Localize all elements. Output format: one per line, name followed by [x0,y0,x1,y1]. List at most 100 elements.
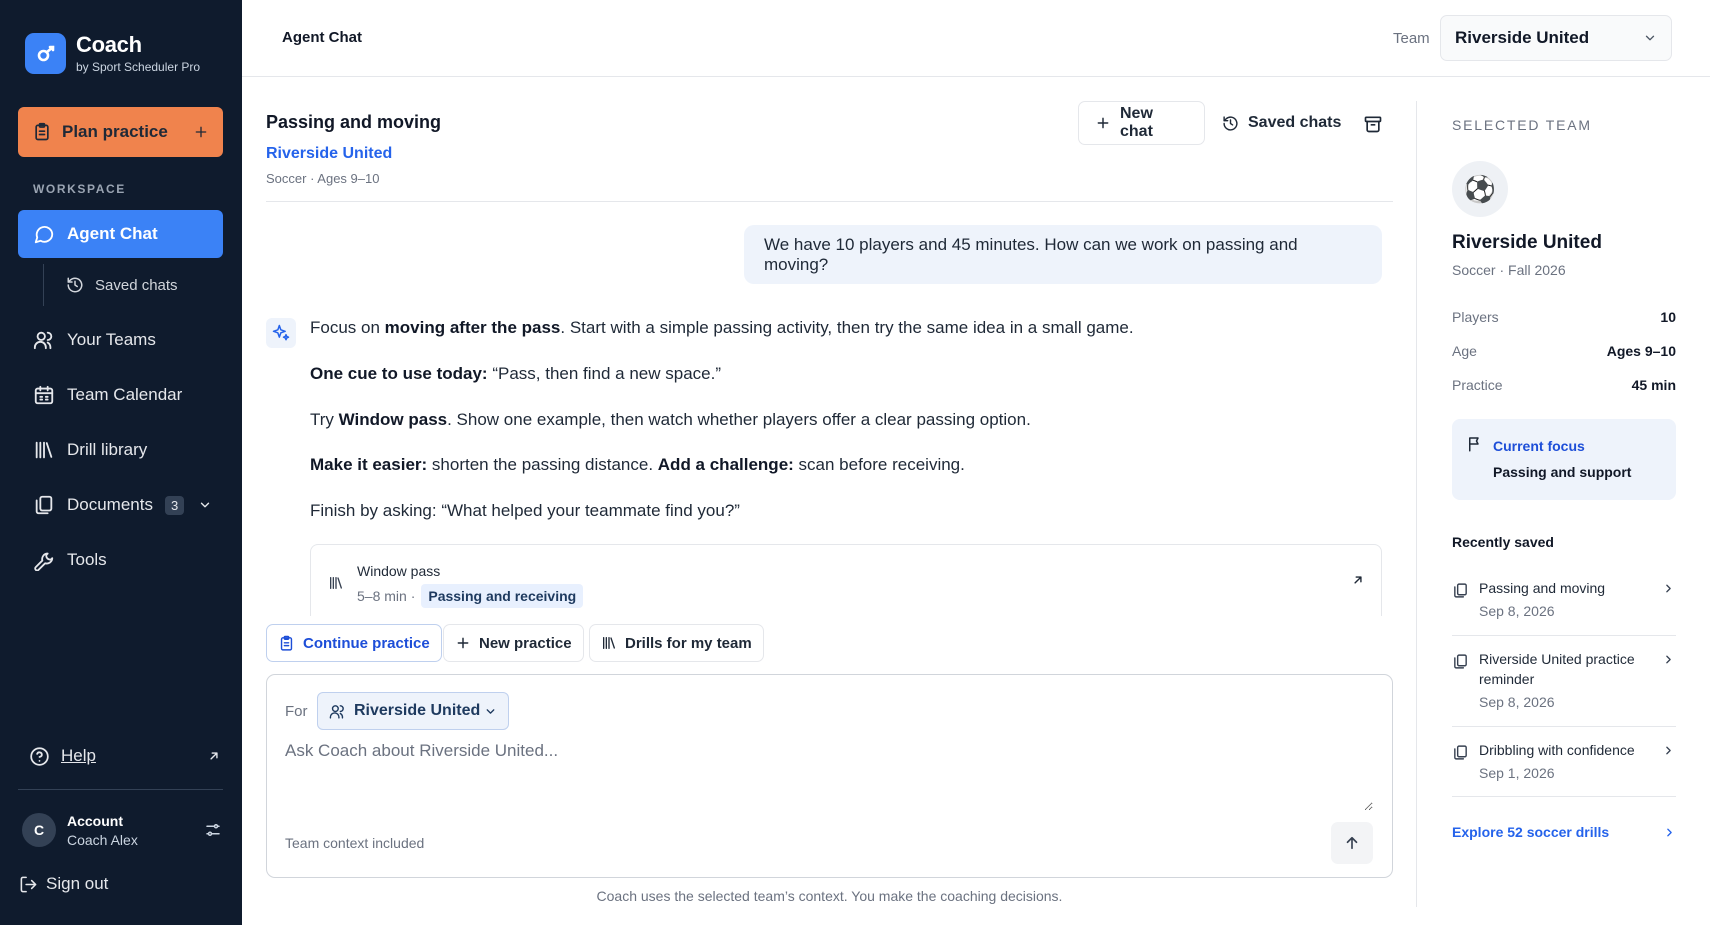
help-label[interactable]: Help [61,746,207,766]
history-icon [66,276,84,294]
help-link[interactable]: Help [29,742,221,770]
sidebar-item-tools[interactable]: Tools [18,536,223,584]
plan-practice-button[interactable]: Plan practice [18,107,223,157]
stat-key: Age [1452,343,1477,359]
agent-message-line: One cue to use today: “Pass, then find a… [310,364,721,383]
library-icon [328,575,344,591]
archive-icon[interactable] [1360,111,1386,137]
quick-action-label: New practice [479,634,572,652]
coach-logo-icon [25,33,66,74]
team-select-value: Riverside United [1455,28,1590,47]
sidebar-item-label: Your Teams [67,330,156,349]
stat-value: 45 min [1631,377,1676,393]
clipboard-icon [32,122,52,142]
sidebar-item-drill-library[interactable]: Drill library [18,426,223,474]
soccer-ball-icon: ⚽ [1452,161,1508,217]
external-link-icon [207,749,221,763]
sidebar-divider [18,789,223,790]
saved-chats-button[interactable]: Saved chats [1222,101,1341,145]
recent-item-title: Riverside United practice reminder [1479,651,1635,687]
sidebar-item-label: Tools [67,550,107,569]
team-select-label: Team [1393,30,1430,47]
chevron-down-icon [484,705,497,718]
sidebar-item-label: Drill library [67,440,148,459]
chevron-right-icon [1662,582,1675,595]
chat-team-link[interactable]: Riverside United [266,145,392,163]
chat-header-divider [266,201,1393,202]
sidebar-item-your-teams[interactable]: Your Teams [18,316,223,364]
sidebar-item-documents[interactable]: Documents 3 [18,481,223,529]
stat-row-age: Age Ages 9–10 [1452,343,1676,359]
quick-action-label: Continue practice [303,634,430,652]
panel-section-label: SELECTED TEAM [1452,117,1592,133]
account-name: Coach Alex [67,831,138,848]
panel-divider [1416,101,1417,907]
quick-action-label: Drills for my team [625,634,752,652]
recent-divider [1452,635,1676,636]
brand-subtitle: by Sport Scheduler Pro [76,60,201,74]
sidebar-item-label: Agent Chat [67,224,158,243]
page-title: Agent Chat [282,29,362,46]
disclaimer-text: Coach uses the selected team’s context. … [596,888,1063,904]
panel-team-meta: Soccer · Fall 2026 [1452,262,1566,278]
recent-item[interactable]: Dribbling with confidence Sep 1, 2026 [1452,740,1676,784]
library-icon [33,439,55,461]
sign-out-button[interactable]: Sign out [19,874,108,894]
flag-icon [1466,435,1484,453]
stat-value: Ages 9–10 [1606,343,1676,359]
recent-item-title: Passing and moving [1479,580,1606,596]
brand[interactable]: Coach by Sport Scheduler Pro [25,33,200,74]
external-link-icon[interactable] [1351,573,1365,587]
explore-drills-link[interactable]: Explore 52 soccer drills [1452,824,1676,840]
stat-key: Players [1452,309,1499,325]
plus-icon [1095,115,1111,131]
top-bar: Agent Chat Team Riverside United [242,0,1710,77]
new-practice-button[interactable]: New practice [443,624,584,662]
drills-for-my-team-button[interactable]: Drills for my team [589,624,764,662]
continue-practice-button[interactable]: Continue practice [266,624,442,662]
documents-icon [33,494,55,516]
chevron-right-icon [1663,826,1676,839]
composer-team-select[interactable]: Riverside United [317,692,509,730]
account-row[interactable]: C Account Coach Alex [22,810,222,850]
stat-row-practice: Practice 45 min [1452,377,1676,393]
chevron-down-icon[interactable] [198,498,212,512]
recent-item-date: Sep 8, 2026 [1479,603,1555,619]
history-icon [1222,115,1239,132]
team-select[interactable]: Riverside United [1440,15,1672,61]
chat-message-input[interactable] [285,741,1373,811]
user-message-text: We have 10 players and 45 minutes. How c… [764,234,1298,274]
recently-saved-label: Recently saved [1452,534,1554,550]
current-focus-value: Passing and support [1493,464,1632,480]
recent-divider [1452,726,1676,727]
current-focus-card: Current focus Passing and support [1452,419,1676,500]
sidebar-item-team-calendar[interactable]: Team Calendar [18,371,223,419]
documents-icon [1452,744,1469,761]
settings-sliders-icon[interactable] [204,821,222,839]
drill-card-window-pass[interactable]: Window pass 5–8 min · Passing and receiv… [310,544,1382,616]
recent-item[interactable]: Passing and moving Sep 8, 2026 [1452,578,1676,622]
chevron-right-icon [1662,744,1675,757]
sidebar-item-agent-chat[interactable]: Agent Chat [18,210,223,258]
saved-chats-label: Saved chats [1248,114,1342,131]
sidebar-item-label: Team Calendar [67,385,183,404]
chat-bubble-icon [33,223,55,245]
recent-item[interactable]: Riverside United practice reminder Sep 8… [1452,649,1676,713]
chat-composer: For Riverside United Team context includ… [266,674,1393,878]
documents-icon [1452,582,1469,599]
plan-practice-label: Plan practice [62,122,168,141]
arrow-up-icon [1343,834,1361,852]
send-button[interactable] [1331,822,1373,864]
agent-message-line: Make it easier: shorten the passing dist… [310,455,965,474]
panel-team-name: Riverside United [1452,232,1602,253]
team-context-note: Team context included [285,835,425,851]
documents-count-badge: 3 [164,495,185,515]
stat-value: 10 [1660,309,1676,325]
sidebar-item-label: Saved chats [95,276,178,294]
clipboard-icon [278,635,295,652]
drill-tag: Passing and receiving [421,584,584,608]
sidebar: Coach by Sport Scheduler Pro Plan practi… [0,0,242,925]
sidebar-item-saved-chats[interactable]: Saved chats [66,270,178,300]
new-chat-button[interactable]: New chat [1078,101,1205,145]
stat-row-players: Players 10 [1452,309,1676,325]
